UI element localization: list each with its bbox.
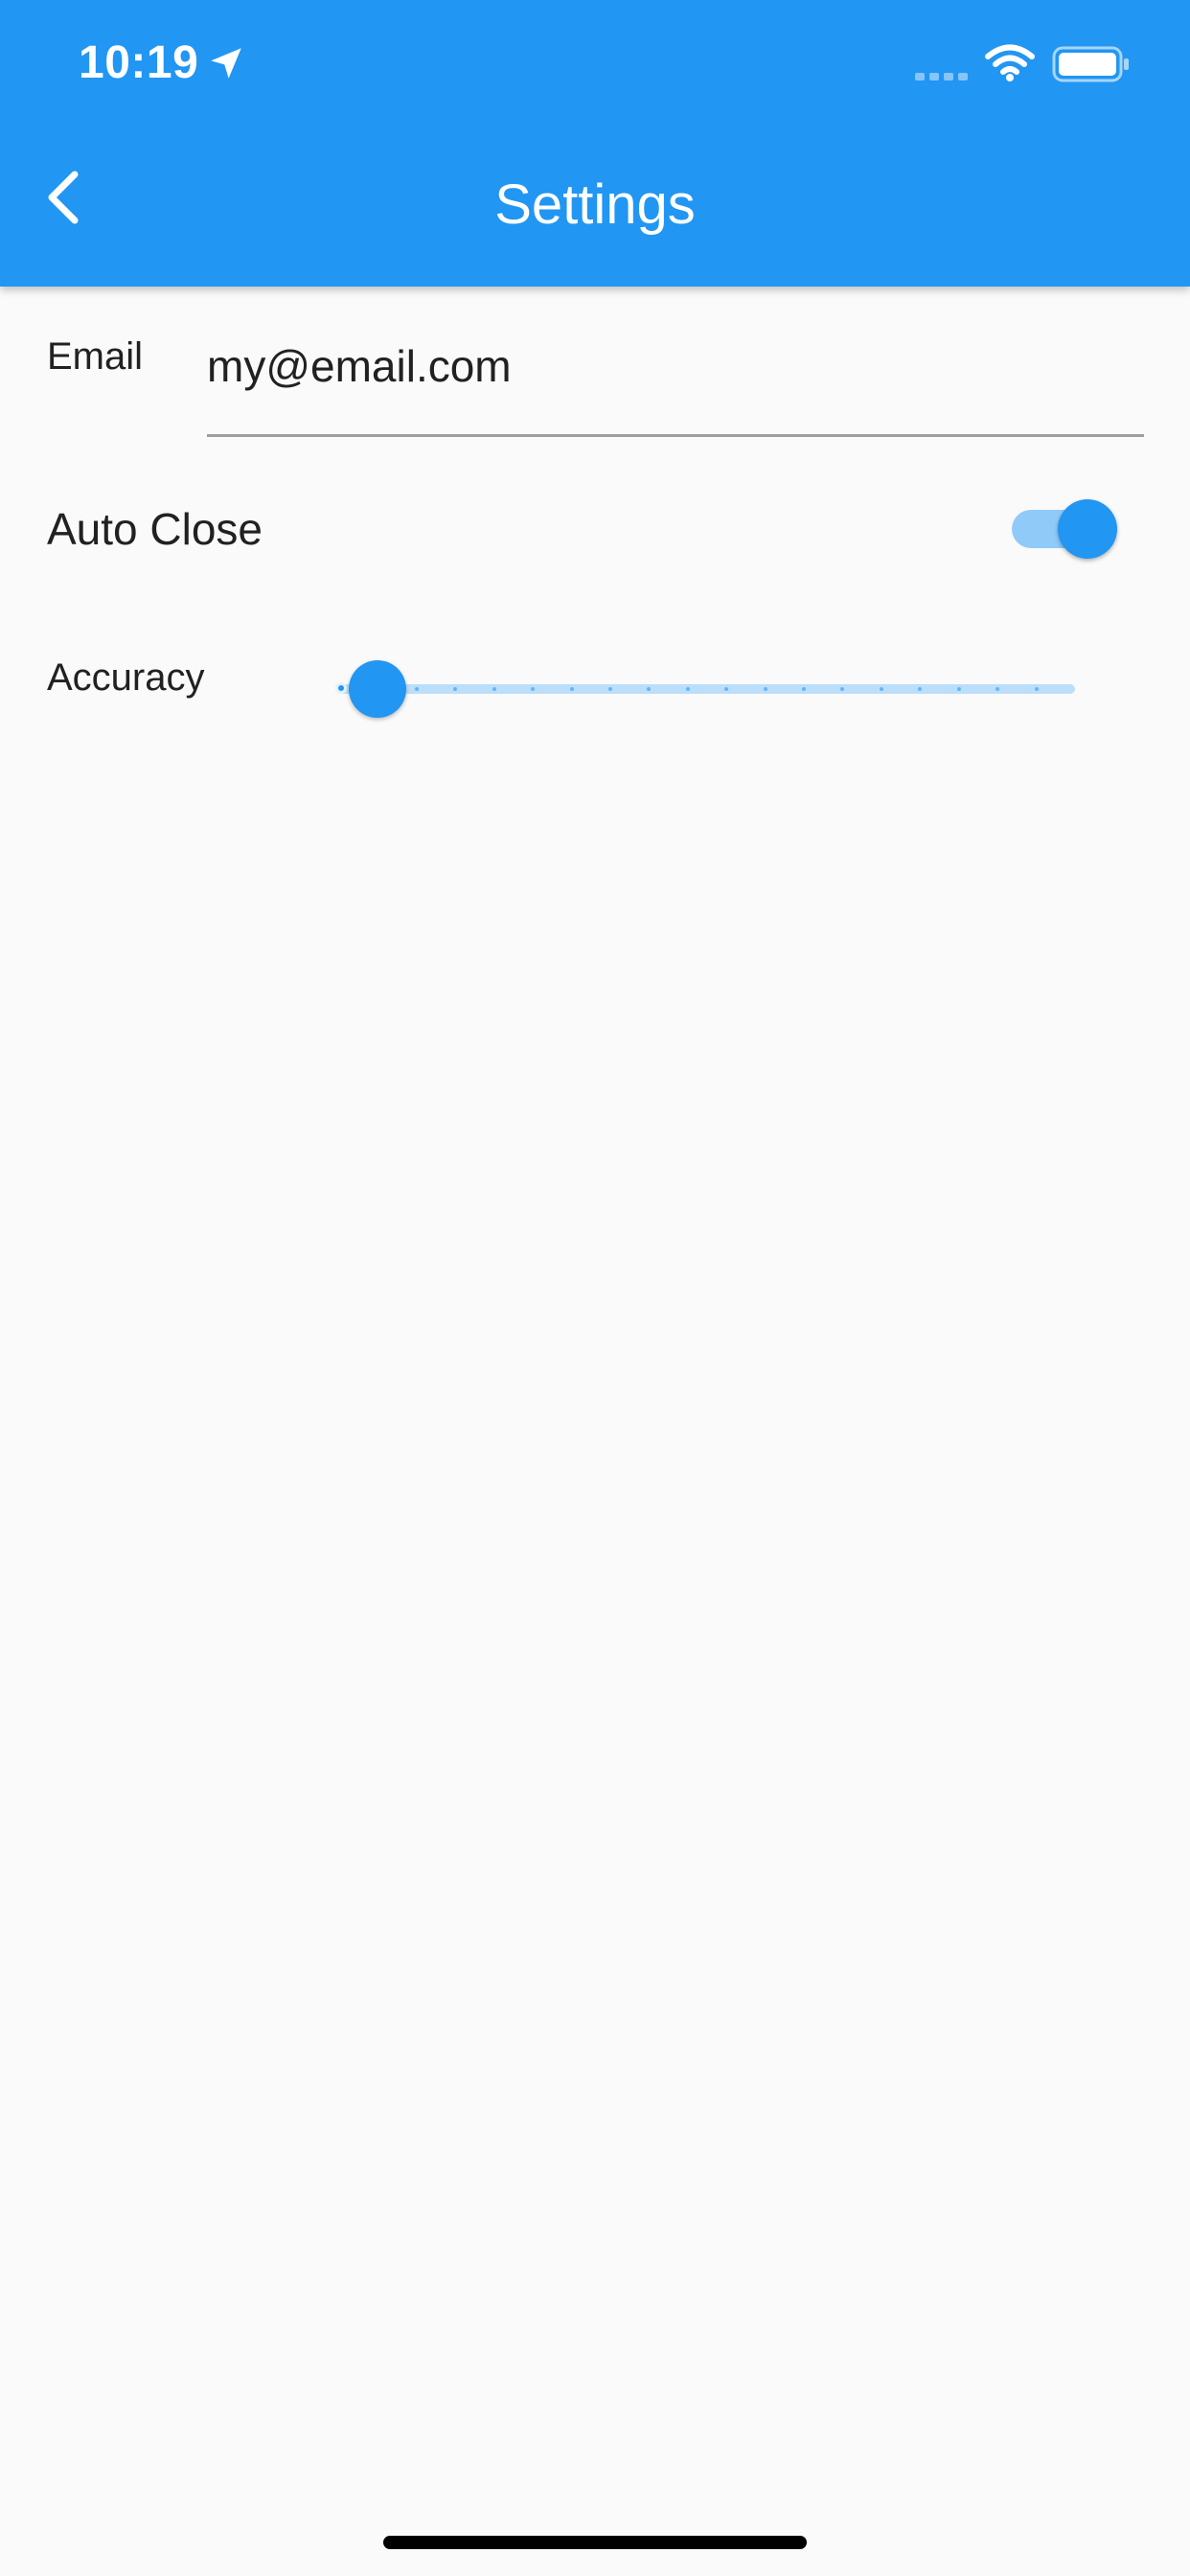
slider-tick — [879, 687, 883, 691]
slider-tick — [685, 687, 690, 691]
page-title: Settings — [494, 173, 696, 236]
app-bar: 10:19 Settings — [0, 0, 1190, 287]
slider-tick — [763, 687, 767, 691]
auto-close-label: Auto Close — [47, 504, 263, 554]
slider-track — [339, 684, 1075, 694]
location-arrow-icon — [211, 48, 241, 79]
slider-tick — [1034, 687, 1039, 691]
status-bar-time: 10:19 — [79, 37, 199, 88]
slider-start-marker — [335, 682, 347, 694]
email-field[interactable]: my@email.com — [207, 326, 1144, 437]
wifi-icon — [985, 44, 1035, 81]
accuracy-slider[interactable] — [335, 659, 1083, 718]
cellular-signal-icon — [915, 73, 968, 80]
home-indicator — [383, 2536, 807, 2549]
slider-tick — [492, 687, 496, 691]
auto-close-toggle[interactable] — [1006, 499, 1119, 559]
slider-tick — [569, 687, 574, 691]
slider-tick — [607, 687, 612, 691]
email-value: my@email.com — [207, 341, 512, 391]
battery-icon — [1052, 46, 1129, 82]
toggle-thumb — [1058, 499, 1117, 559]
accuracy-label: Accuracy — [47, 656, 205, 699]
slider-tick — [414, 687, 419, 691]
email-label: Email — [47, 335, 144, 378]
slider-thumb[interactable] — [349, 660, 406, 718]
slider-tick — [956, 687, 961, 691]
